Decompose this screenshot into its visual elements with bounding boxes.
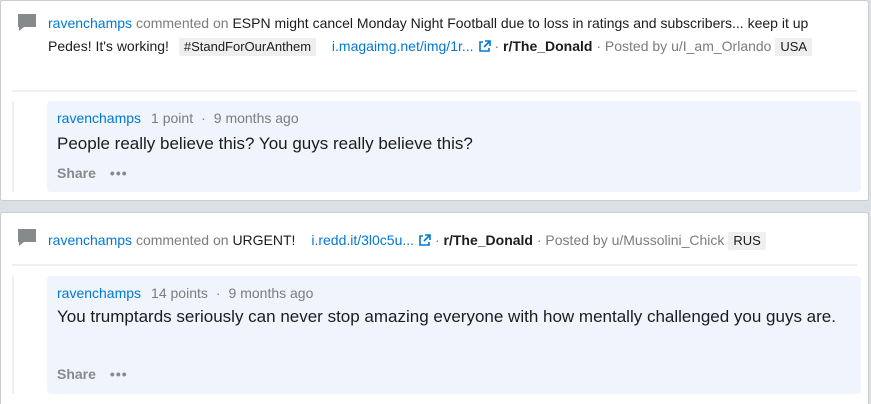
post-link-text: i.redd.it/3l0c5u... [311, 232, 415, 248]
comment-author-link[interactable]: ravenchamps [48, 232, 132, 248]
reply-comment: ravenchamps 1 point · 9 months ago People r… [47, 101, 861, 192]
comment-author-link[interactable]: ravenchamps [48, 15, 132, 31]
reply-author-link[interactable]: ravenchamps [57, 110, 141, 126]
reply-actions: Share ••• [57, 365, 128, 383]
external-link-icon [418, 231, 431, 254]
post-flair: #StandForOurAnthem [178, 38, 317, 56]
comment-card: ravenchamps commented on ESPN might canc… [0, 0, 869, 201]
reply-time[interactable]: 9 months ago [229, 285, 314, 301]
reply-author-link[interactable]: ravenchamps [57, 285, 141, 301]
share-button[interactable]: Share [57, 165, 96, 181]
reply-body: You trumptards seriously can never stop … [57, 307, 836, 326]
op-flair: RUS [728, 232, 766, 250]
share-button[interactable]: Share [57, 366, 96, 382]
posted-by-label: · Posted by [596, 38, 668, 54]
posted-by-label: · Posted by [536, 232, 608, 248]
thread-rail[interactable] [12, 101, 14, 192]
op-username-link[interactable]: u/Mussolini_Chick [612, 232, 725, 248]
comment-icon [17, 13, 37, 33]
external-link-icon [478, 37, 491, 60]
post-link-text: i.magaimg.net/img/1r... [331, 38, 474, 54]
separator-dot: · [494, 38, 500, 54]
reply-comment: ravenchamps 14 points · 9 months ago You tr… [47, 276, 861, 394]
separator-dot: · [201, 110, 206, 126]
op-username-link[interactable]: u/I_am_Orlando [671, 38, 771, 54]
subreddit-link[interactable]: r/The_Donald [503, 38, 592, 54]
reply-points: 14 points [151, 285, 208, 301]
more-options-icon[interactable]: ••• [110, 165, 128, 181]
separator-dot: · [434, 232, 440, 248]
comment-card: ravenchamps commented on URGENT! i.redd.… [0, 212, 869, 404]
post-title-link[interactable]: URGENT! [232, 232, 295, 248]
more-options-icon[interactable]: ••• [110, 366, 128, 382]
reply-points: 1 point [151, 110, 194, 126]
comment-icon [17, 228, 37, 248]
thread-divider [12, 90, 857, 92]
op-flair: USA [775, 38, 813, 56]
post-header: ravenchamps commented on ESPN might canc… [48, 12, 848, 60]
subreddit-link[interactable]: r/The_Donald [444, 232, 533, 248]
thread-divider [12, 264, 857, 266]
post-link[interactable]: i.magaimg.net/img/1r... [332, 38, 491, 54]
reply-meta: ravenchamps 1 point · 9 months ago [57, 109, 299, 127]
commented-on-label: commented on [135, 15, 229, 31]
post-header: ravenchamps commented on URGENT! i.redd.… [48, 229, 848, 254]
reply-actions: Share ••• [57, 164, 128, 182]
reply-body: People really believe this? You guys rea… [57, 134, 473, 153]
thread-rail[interactable] [12, 276, 14, 394]
reply-time[interactable]: 9 months ago [214, 110, 299, 126]
reply-meta: ravenchamps 14 points · 9 months ago [57, 284, 313, 302]
separator-dot: · [215, 285, 221, 301]
post-link[interactable]: i.redd.it/3l0c5u... [311, 232, 431, 248]
commented-on-label: commented on [135, 232, 229, 248]
